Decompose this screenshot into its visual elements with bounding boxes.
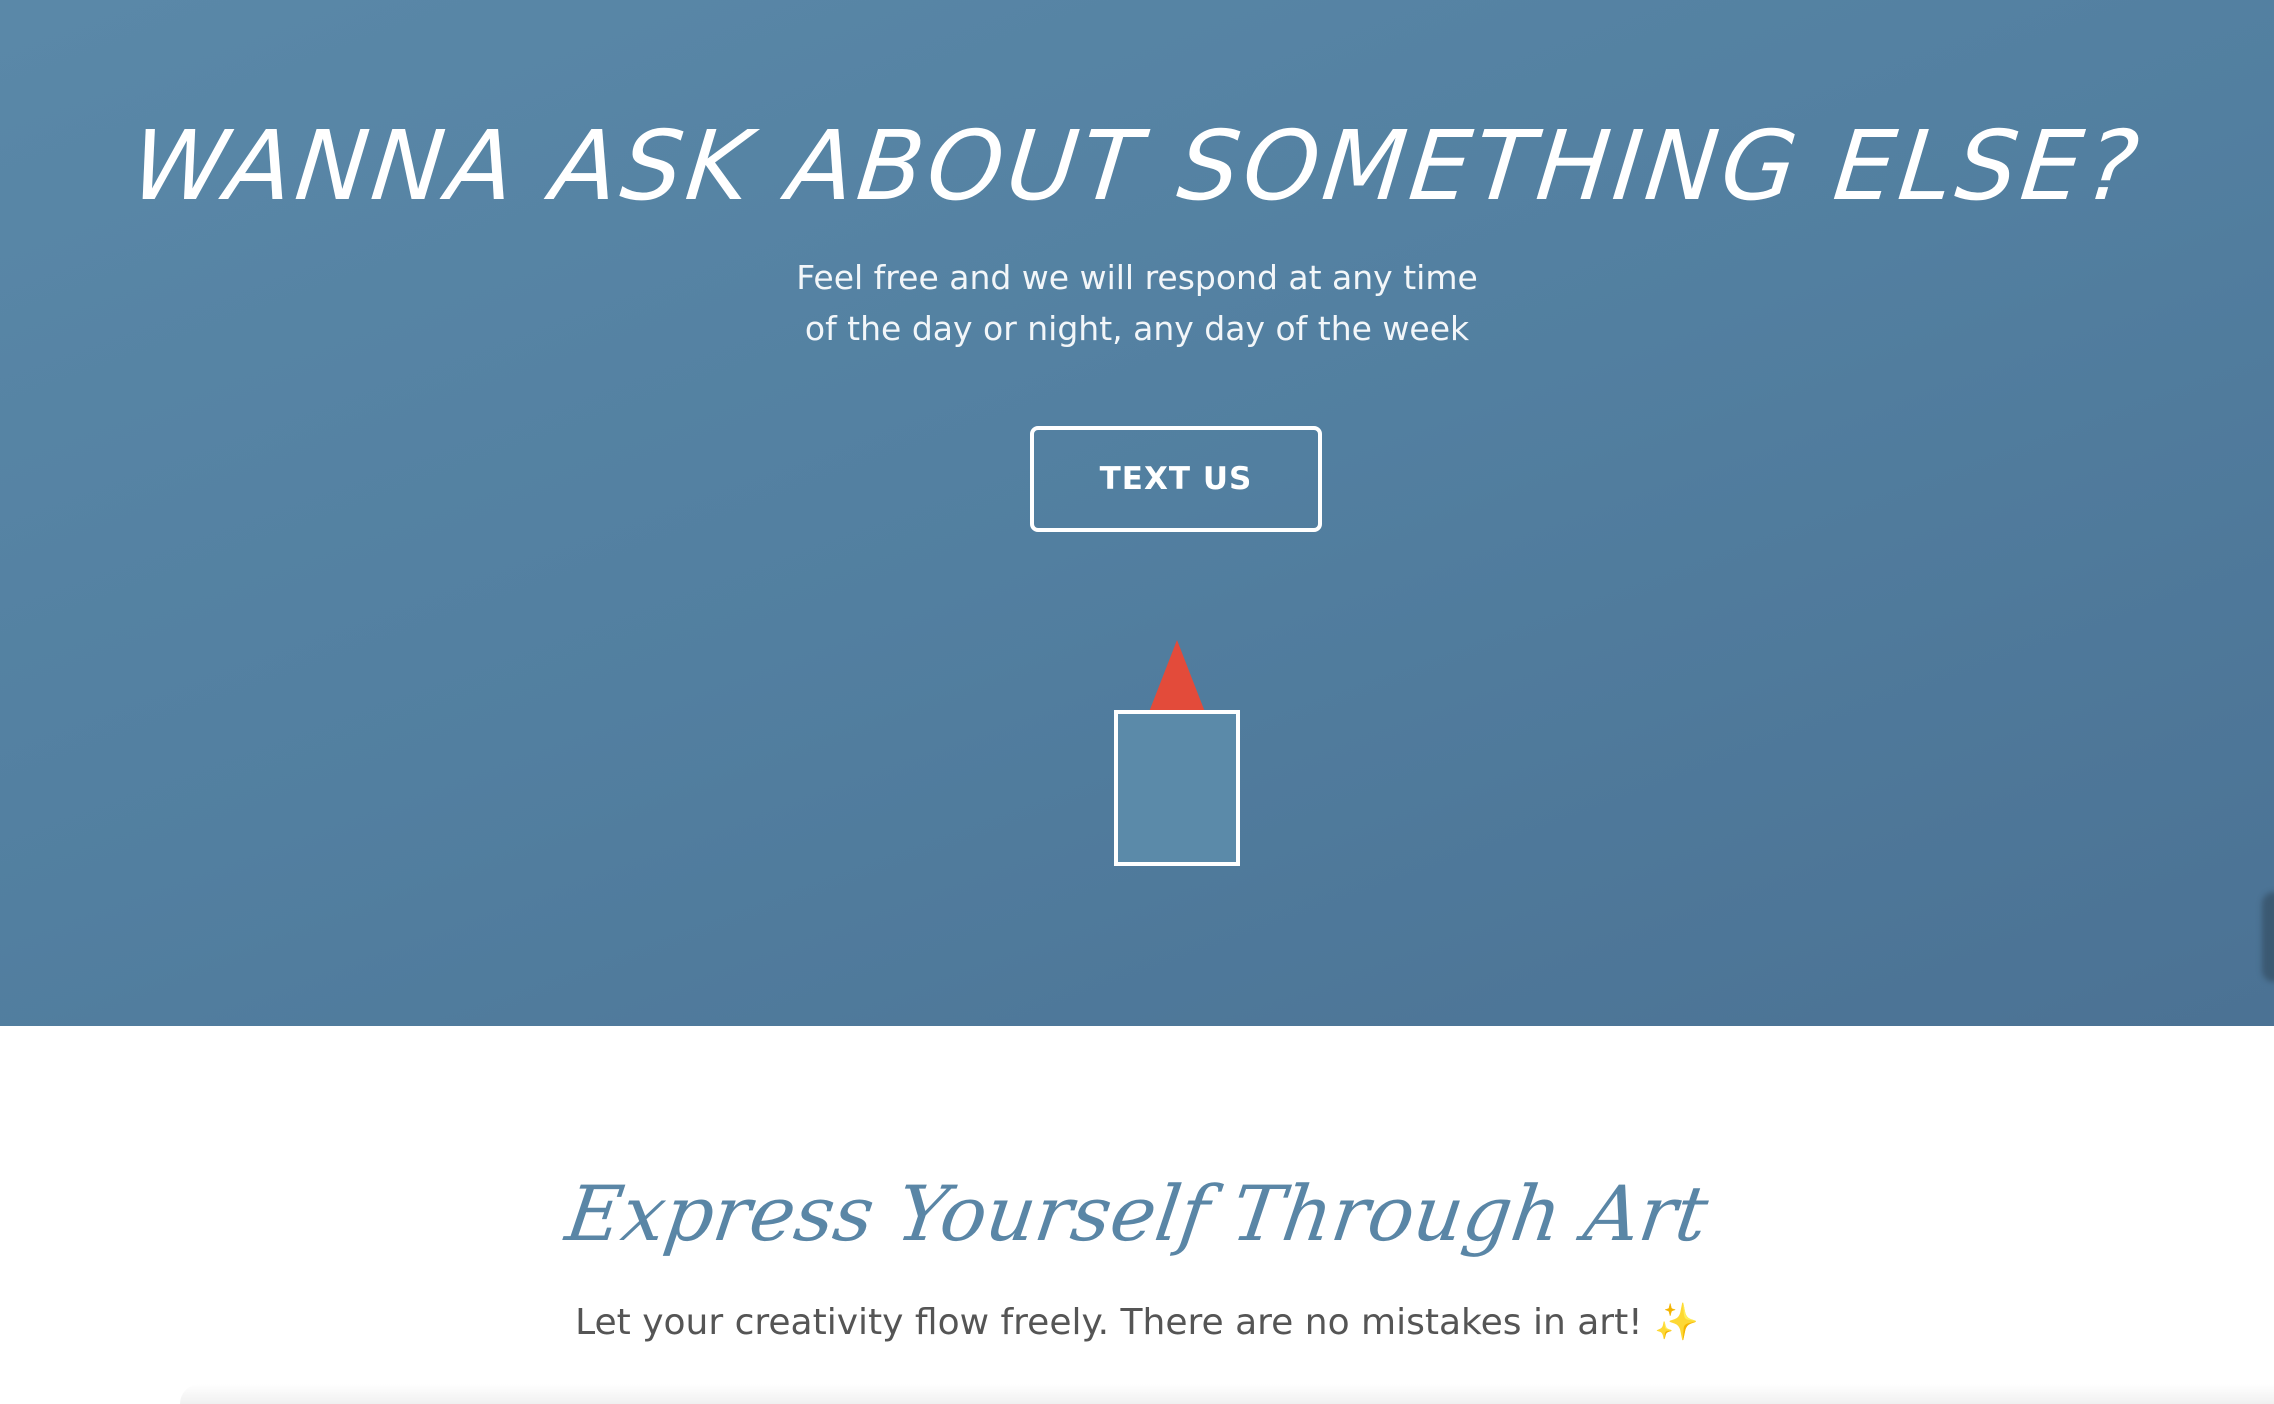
rocket-tip — [1149, 640, 1205, 712]
art-section-subtitle-text: Let your creativity flow freely. There a… — [575, 1302, 1643, 1343]
text-us-button[interactable]: TEXT US — [1030, 426, 1322, 532]
sparkles-icon: ✨ — [1654, 1302, 1699, 1343]
scroll-edge-indicator — [2262, 892, 2274, 982]
contact-hero-section: WANNA ASK ABOUT SOMETHING ELSE? Feel fre… — [0, 0, 2274, 1026]
hero-subtitle-line-2: of the day or night, any day of the week — [804, 309, 1470, 348]
hero-title: WANNA ASK ABOUT SOMETHING ELSE? — [126, 110, 2148, 222]
hero-subtitle: Feel free and we will respond at any tim… — [0, 252, 2274, 354]
rocket-icon — [1114, 640, 1240, 866]
hero-subtitle-line-1: Feel free and we will respond at any tim… — [796, 258, 1478, 297]
art-section-title: Express Yourself Through Art — [560, 1169, 1714, 1258]
card-shadow-edge — [180, 1384, 2274, 1404]
art-section-subtitle: Let your creativity flow freely. There a… — [0, 1298, 2274, 1348]
rocket-body — [1114, 710, 1240, 866]
